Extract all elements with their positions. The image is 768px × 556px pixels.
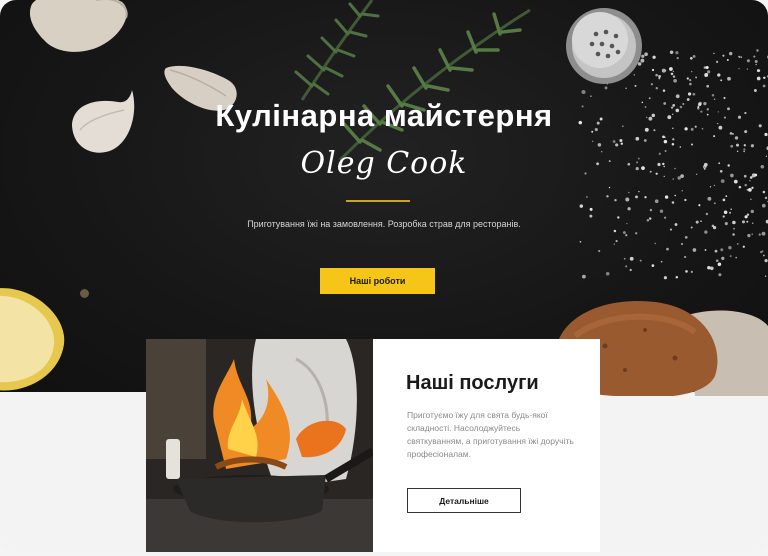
- chef-flambe-image: [146, 339, 373, 552]
- salt-shaker-decoration: [566, 8, 642, 84]
- garlic-decoration: [29, 0, 128, 52]
- rosemary-decoration: [338, 8, 531, 162]
- lemon-decoration: [0, 288, 65, 391]
- hero-signature: Oleg Cook: [300, 146, 468, 181]
- peppercorn-decoration: [80, 289, 89, 298]
- hero-divider: [346, 200, 410, 202]
- services-card: Наші послуги Приготуємо їжу для свята бу…: [373, 339, 600, 552]
- hero-subtitle: Приготування їжі на замовлення. Розробка…: [247, 219, 521, 229]
- hero-section: Кулінарна майстерня Oleg Cook Приготуван…: [0, 0, 768, 396]
- services-title: Наші послуги: [406, 372, 539, 394]
- hero-title: Кулінарна майстерня: [215, 98, 553, 133]
- details-button[interactable]: Детальніше: [407, 488, 521, 513]
- services-description: Приготуємо їжу для свята будь-якої склад…: [407, 410, 574, 459]
- page-card: Кулінарна майстерня Oleg Cook Приготуван…: [0, 0, 768, 552]
- our-works-button[interactable]: Наші роботи: [320, 268, 435, 294]
- services-photo: [146, 339, 373, 552]
